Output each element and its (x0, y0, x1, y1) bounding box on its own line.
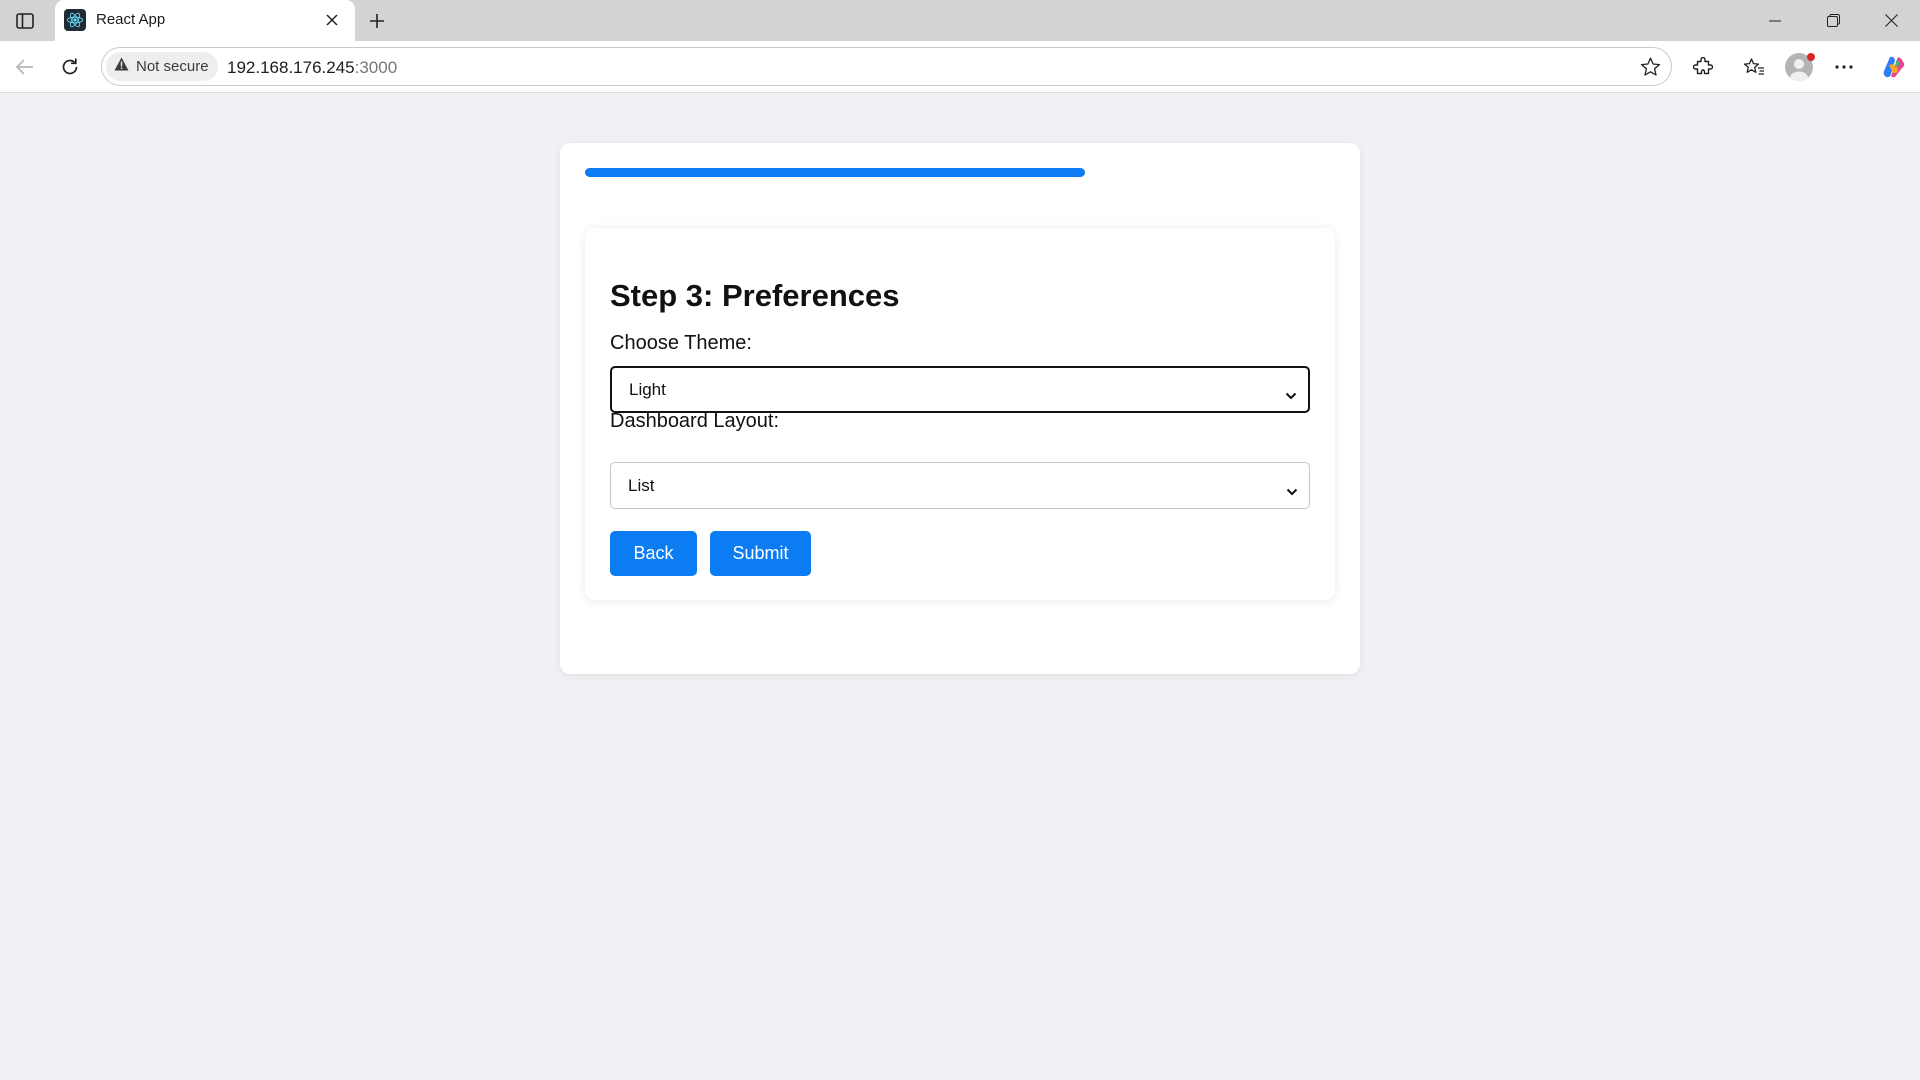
url-host: 192.168.176.245 (227, 58, 355, 77)
security-indicator[interactable]: Not secure (106, 52, 218, 81)
tab-strip: React App (0, 0, 1920, 41)
progress-bar (585, 168, 1335, 177)
close-window-icon[interactable] (1863, 0, 1919, 41)
page-title: Step 3: Preferences (610, 278, 900, 313)
react-favicon-icon (64, 9, 86, 31)
minimize-icon[interactable] (1747, 0, 1803, 41)
favorites-icon[interactable] (1739, 52, 1769, 82)
wizard-container: Step 3: Preferences Choose Theme: Light … (560, 143, 1360, 674)
theme-select-value: Light (629, 379, 666, 399)
restore-icon[interactable] (1805, 0, 1861, 41)
layout-label: Dashboard Layout: (610, 410, 780, 432)
theme-label: Choose Theme: (610, 332, 752, 354)
sidebar-toggle-icon[interactable] (12, 9, 38, 33)
security-label: Not secure (136, 58, 209, 75)
back-arrow-icon[interactable] (10, 52, 40, 82)
reload-icon[interactable] (55, 52, 85, 82)
copilot-icon[interactable] (1879, 52, 1909, 82)
chevron-down-icon (1286, 481, 1298, 501)
chevron-down-icon (1285, 385, 1297, 405)
plus-icon[interactable] (364, 8, 390, 34)
page-viewport: Step 3: Preferences Choose Theme: Light … (0, 93, 1920, 1080)
url-port: :3000 (354, 58, 398, 77)
url-text[interactable]: 192.168.176.245:3000 (227, 58, 397, 78)
active-tab[interactable]: React App (55, 0, 355, 41)
layout-select-value: List (628, 475, 655, 495)
warning-icon (114, 57, 129, 76)
submit-button[interactable]: Submit (710, 531, 811, 576)
close-icon[interactable] (321, 9, 343, 31)
step-card: Step 3: Preferences Choose Theme: Light … (585, 228, 1335, 600)
layout-select[interactable]: List (610, 462, 1310, 509)
theme-select[interactable]: Light (610, 366, 1310, 413)
browser-toolbar: Not secure 192.168.176.245:3000 (0, 41, 1920, 93)
progress-bar-fill (585, 168, 1086, 177)
more-icon[interactable] (1829, 52, 1859, 82)
extensions-icon[interactable] (1688, 52, 1718, 82)
notification-dot (1807, 53, 1815, 61)
star-icon[interactable] (1637, 54, 1663, 80)
back-button[interactable]: Back (610, 531, 697, 576)
tab-title: React App (96, 11, 166, 28)
address-bar[interactable]: Not secure 192.168.176.245:3000 (101, 47, 1672, 86)
